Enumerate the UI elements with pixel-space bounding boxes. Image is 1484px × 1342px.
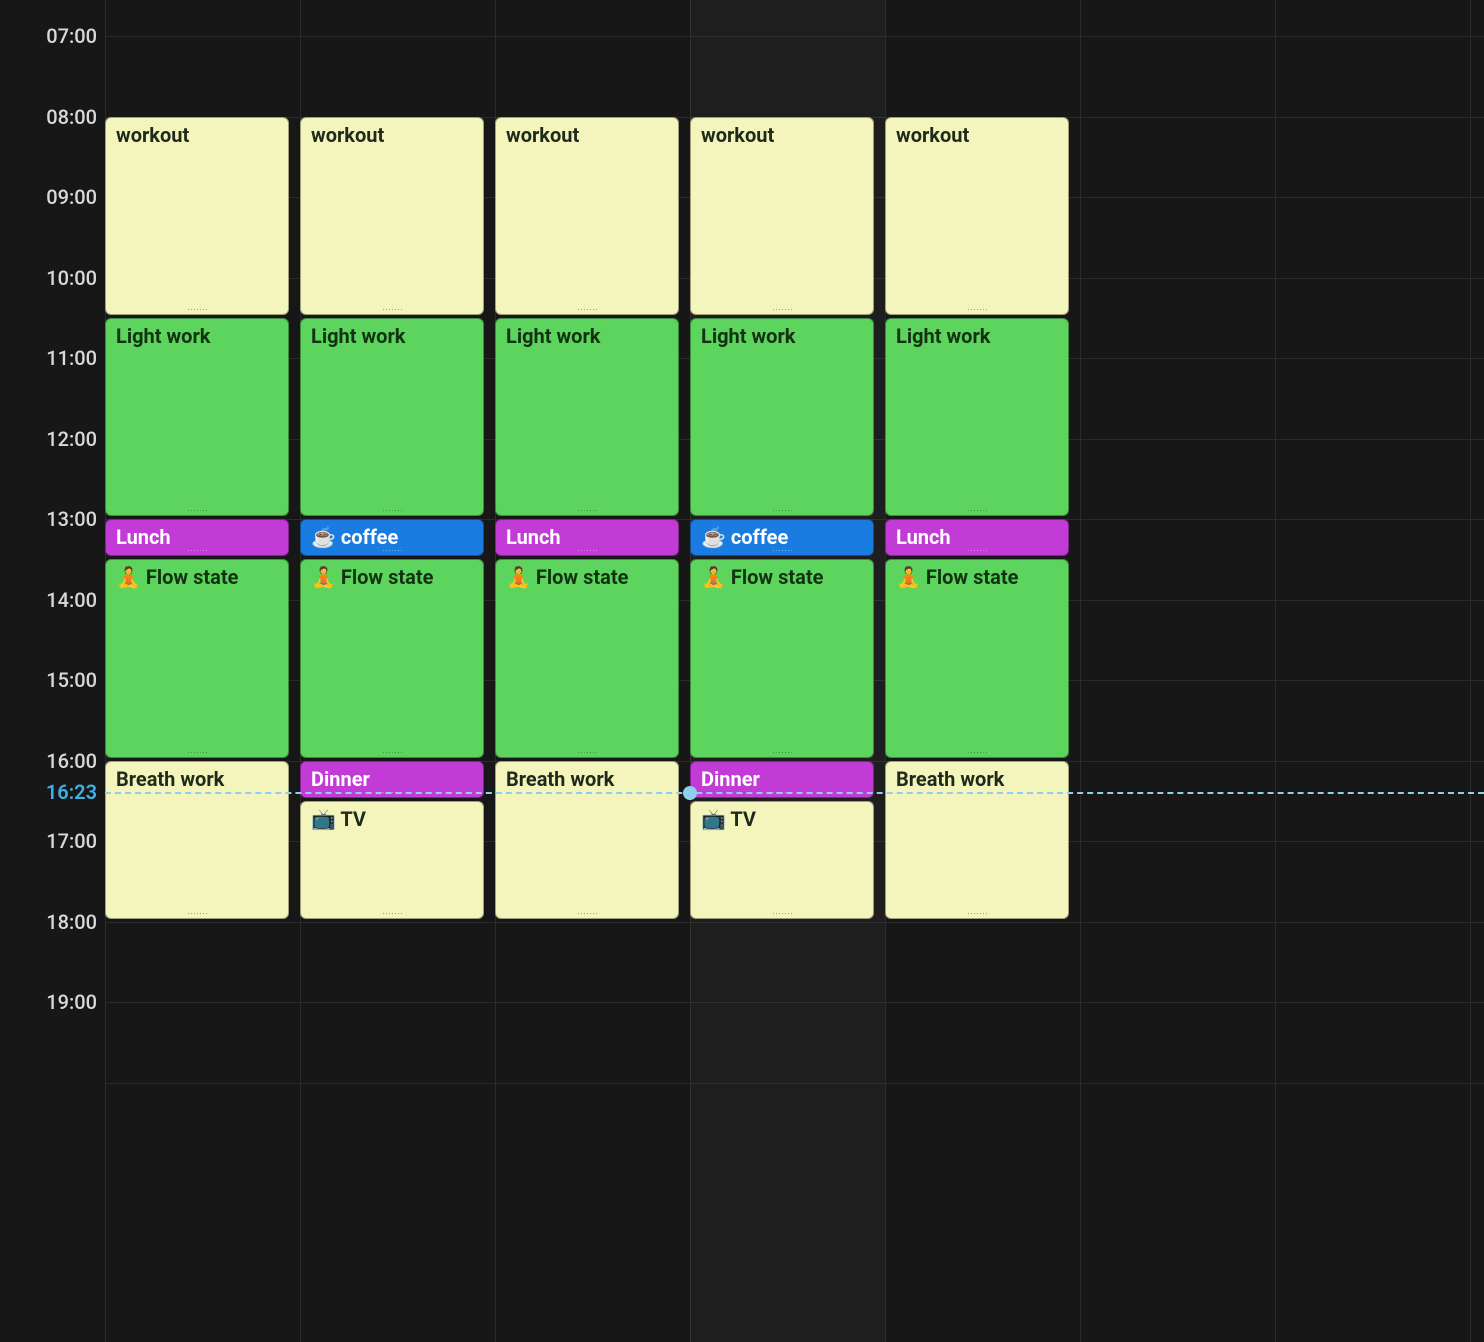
day-separator: [1275, 0, 1276, 1342]
calendar-event[interactable]: workout: [300, 117, 484, 315]
event-title: Dinner: [311, 767, 370, 791]
resize-handle-icon[interactable]: [577, 549, 597, 553]
event-title: workout: [506, 123, 579, 147]
event-title: 🧘 Flow state: [896, 565, 1018, 589]
calendar-event[interactable]: Lunch: [105, 519, 289, 556]
event-title: Light work: [896, 324, 990, 348]
resize-handle-icon[interactable]: [772, 912, 792, 916]
calendar-event[interactable]: Lunch: [885, 519, 1069, 556]
hour-label: 16:00: [46, 749, 97, 773]
calendar-event[interactable]: Light work: [690, 318, 874, 516]
resize-handle-icon[interactable]: [967, 308, 987, 312]
calendar-event[interactable]: Breath work: [495, 761, 679, 919]
hour-label: 07:00: [46, 24, 97, 48]
event-title: Light work: [701, 324, 795, 348]
resize-handle-icon[interactable]: [382, 912, 402, 916]
resize-handle-icon[interactable]: [772, 308, 792, 312]
resize-handle-icon[interactable]: [967, 509, 987, 513]
calendar-event[interactable]: 🧘 Flow state: [105, 559, 289, 757]
resize-handle-icon[interactable]: [187, 912, 207, 916]
event-title: Lunch: [506, 525, 561, 549]
event-title: Lunch: [116, 525, 171, 549]
calendar-event[interactable]: 🧘 Flow state: [885, 559, 1069, 757]
event-title: 🧘 Flow state: [506, 565, 628, 589]
event-title: ☕ coffee: [311, 525, 398, 549]
calendar-event[interactable]: ☕ coffee: [690, 519, 874, 556]
calendar-event[interactable]: Breath work: [105, 761, 289, 919]
resize-handle-icon[interactable]: [967, 912, 987, 916]
current-time-dot-icon: [683, 786, 697, 800]
hour-label: 13:00: [46, 507, 97, 531]
current-time-indicator: [105, 792, 1484, 794]
resize-handle-icon[interactable]: [187, 509, 207, 513]
calendar-event[interactable]: workout: [495, 117, 679, 315]
event-title: 📺 TV: [701, 807, 756, 831]
calendar-event[interactable]: Light work: [495, 318, 679, 516]
calendar-event[interactable]: workout: [690, 117, 874, 315]
event-title: Breath work: [896, 767, 1004, 791]
event-title: Light work: [506, 324, 600, 348]
current-time-label: 16:23: [46, 780, 97, 804]
resize-handle-icon[interactable]: [187, 308, 207, 312]
calendar-event[interactable]: 🧘 Flow state: [300, 559, 484, 757]
calendar-event[interactable]: 🧘 Flow state: [495, 559, 679, 757]
event-title: Light work: [311, 324, 405, 348]
hour-label: 12:00: [46, 427, 97, 451]
resize-handle-icon[interactable]: [382, 308, 402, 312]
event-title: 🧘 Flow state: [701, 565, 823, 589]
event-title: ☕ coffee: [701, 525, 788, 549]
day-separator: [1470, 0, 1471, 1342]
resize-handle-icon[interactable]: [772, 509, 792, 513]
calendar-event[interactable]: 📺 TV: [300, 801, 484, 919]
calendar-event[interactable]: Light work: [300, 318, 484, 516]
resize-handle-icon[interactable]: [577, 912, 597, 916]
resize-handle-icon[interactable]: [577, 308, 597, 312]
calendar-event[interactable]: Light work: [885, 318, 1069, 516]
event-title: Lunch: [896, 525, 951, 549]
event-title: workout: [701, 123, 774, 147]
resize-handle-icon[interactable]: [772, 751, 792, 755]
hour-label: 14:00: [46, 588, 97, 612]
resize-handle-icon[interactable]: [577, 509, 597, 513]
calendar-event[interactable]: Lunch: [495, 519, 679, 556]
time-gutter: 07:00 08:00 09:00 10:00 11:00 12:00 13:00 14:00…: [0, 0, 105, 1342]
calendar-grid[interactable]: workout Light work Lunch 🧘 Flow state Breath…: [105, 0, 1484, 1342]
resize-handle-icon[interactable]: [967, 751, 987, 755]
calendar-event[interactable]: Breath work: [885, 761, 1069, 919]
hour-label: 08:00: [46, 105, 97, 129]
calendar-event[interactable]: ☕ coffee: [300, 519, 484, 556]
calendar-event[interactable]: workout: [105, 117, 289, 315]
hour-label: 10:00: [46, 266, 97, 290]
resize-handle-icon[interactable]: [382, 751, 402, 755]
calendar-week-view: 07:00 08:00 09:00 10:00 11:00 12:00 13:00 14:00…: [0, 0, 1484, 1342]
resize-handle-icon[interactable]: [772, 549, 792, 553]
event-title: Light work: [116, 324, 210, 348]
event-title: 📺 TV: [311, 807, 366, 831]
event-title: workout: [311, 123, 384, 147]
event-title: 🧘 Flow state: [116, 565, 238, 589]
event-title: 🧘 Flow state: [311, 565, 433, 589]
event-title: workout: [896, 123, 969, 147]
event-title: workout: [116, 123, 189, 147]
event-title: Breath work: [116, 767, 224, 791]
hour-label: 15:00: [46, 668, 97, 692]
hour-label: 18:00: [46, 910, 97, 934]
event-title: Breath work: [506, 767, 614, 791]
calendar-event[interactable]: Light work: [105, 318, 289, 516]
hour-label: 19:00: [46, 990, 97, 1014]
hour-label: 17:00: [46, 829, 97, 853]
calendar-event[interactable]: 🧘 Flow state: [690, 559, 874, 757]
hour-label: 09:00: [46, 185, 97, 209]
resize-handle-icon[interactable]: [967, 549, 987, 553]
hour-label: 11:00: [46, 346, 97, 370]
resize-handle-icon[interactable]: [382, 549, 402, 553]
resize-handle-icon[interactable]: [577, 751, 597, 755]
resize-handle-icon[interactable]: [187, 751, 207, 755]
event-title: Dinner: [701, 767, 760, 791]
resize-handle-icon[interactable]: [187, 549, 207, 553]
resize-handle-icon[interactable]: [382, 509, 402, 513]
calendar-event[interactable]: workout: [885, 117, 1069, 315]
day-separator: [1080, 0, 1081, 1342]
calendar-event[interactable]: 📺 TV: [690, 801, 874, 919]
